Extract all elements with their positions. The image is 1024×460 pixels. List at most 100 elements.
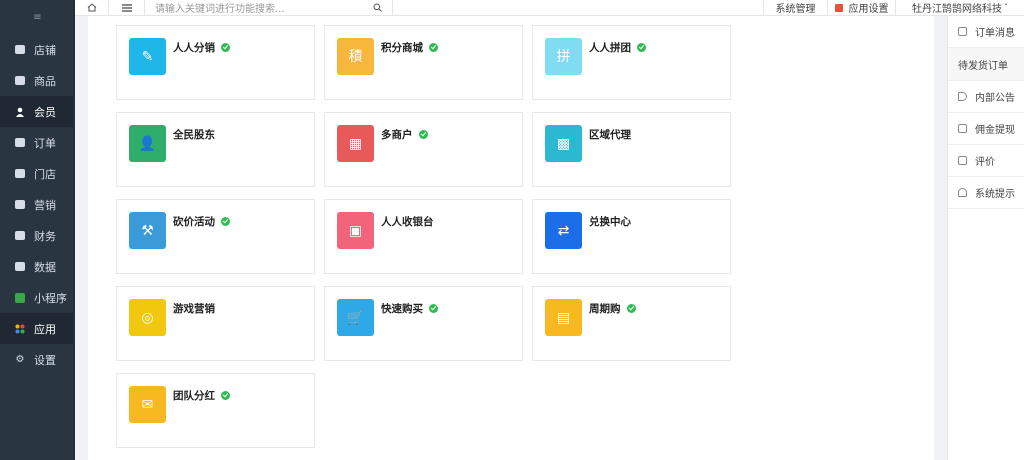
check-icon [429,304,438,313]
internal-notice-label: 内部公告 [975,93,1015,104]
sidebar-toggle[interactable]: ≡ [0,0,75,34]
search-icon[interactable] [373,3,382,12]
app-settings-label: 应用设置 [848,4,889,15]
home-icon [87,3,96,12]
app-card[interactable]: ▩ 区域代理 [532,112,731,187]
bell-icon [958,188,967,197]
app-icon: 👤 [129,125,166,162]
shop-icon [14,168,26,180]
internal-notice-item[interactable]: 内部公告 [948,81,1024,113]
sidebar-item-label: 会员 [34,105,56,119]
app-title: 多商户 [381,127,428,142]
sidebar-item[interactable]: 营销 [0,189,75,220]
sidebar-item-label: 商品 [34,74,56,88]
app-name: 兑换中心 [589,216,631,228]
sidebar-item-label: 应用 [34,322,56,336]
app-card[interactable]: ▣ 人人收银台 [324,199,523,274]
sidebar-item[interactable]: 小程序 [0,282,75,313]
menu-toggle-icon[interactable]: ≡ [33,12,41,23]
commission-withdraw-label: 佣金提现 [975,125,1015,136]
miniprogram-icon [14,292,26,304]
app-title: 人人拼团 [589,40,646,55]
app-icon: 🛒 [337,299,374,336]
app-card[interactable]: 👤 全民股东 [116,112,315,187]
app-card[interactable]: ◎ 游戏营销 [116,286,315,361]
sidebar-item-label: 数据 [34,260,56,274]
member-icon [14,106,26,118]
app-card[interactable]: ⇄ 兑换中心 [532,199,731,274]
menu-button[interactable] [109,0,145,16]
apps-icon [14,323,26,335]
app-name: 积分商城 [381,42,423,54]
app-settings-button[interactable]: 应用设置 [828,0,896,16]
system-manage-button[interactable]: 系统管理 [764,0,828,16]
sidebar-item[interactable]: ⚙ 设置 [0,344,75,375]
app-card[interactable]: ✎ 人人分销 [116,25,315,100]
sidebar-item[interactable]: 会员 [0,96,75,127]
sidebar-item[interactable]: 店铺 [0,34,75,65]
goods-icon [14,75,26,87]
app-card[interactable]: ▤ 周期购 [532,286,731,361]
search-box[interactable]: 请输入关键词进行功能搜索... [145,0,393,16]
app-title: 积分商城 [381,40,438,55]
commission-withdraw-item[interactable]: 佣金提现 [948,113,1024,145]
review-label: 评价 [975,157,995,168]
app-card[interactable]: ✉ 团队分红 [116,373,315,448]
app-icon: ◎ [129,299,166,336]
sidebar-item-label: 设置 [34,353,56,367]
sidebar-item-label: 营销 [34,198,56,212]
app-title: 周期购 [589,301,636,316]
finance-icon [14,230,26,242]
sidebar-item[interactable]: 门店 [0,158,75,189]
app-name: 全民股东 [173,129,215,141]
system-tip-item[interactable]: 系统提示 [948,177,1024,209]
hamburger-icon [121,3,132,12]
pending-shipment-item[interactable]: 待发货订单 [948,48,1024,81]
app-card[interactable]: ▦ 多商户 [324,112,523,187]
app-icon: 積 [337,38,374,75]
sidebar-item[interactable]: 财务 [0,220,75,251]
sidebar-item-label: 店铺 [34,43,56,57]
sidebar-item[interactable]: 应用 [0,313,75,344]
system-manage-label: 系统管理 [775,4,816,15]
home-button[interactable] [75,0,109,16]
sidebar-item-label: 订单 [34,136,56,150]
search-input[interactable]: 请输入关键词进行功能搜索... [155,0,285,15]
app-title: 游戏营销 [173,301,215,316]
sidebar-divider [73,0,75,460]
app-card[interactable]: 積积分商城 [324,25,523,100]
order-icon [14,137,26,149]
order-message-item[interactable]: 订单消息 [948,16,1024,48]
sidebar-item-label: 财务 [34,229,56,243]
review-item[interactable]: 评价 [948,145,1024,177]
sidebar-item[interactable]: 商品 [0,65,75,96]
check-icon [221,43,230,52]
app-title: 团队分红 [173,388,230,403]
user-name: 牡丹江鹄鹄网络科技 [912,4,1002,15]
sidebar-item[interactable]: 订单 [0,127,75,158]
app-name: 多商户 [381,129,413,141]
app-icon: ✉ [129,386,166,423]
user-menu[interactable]: 牡丹江鹄鹄网络科技 ˇ [896,0,1024,16]
sidebar-item[interactable]: 数据 [0,251,75,282]
app-grid: ✎ 人人分销積积分商城拼人人拼团 👤 全民股东 ▦ 多商户 ▩ 区域代理 ⚒ 砍价活动 ▣ 人人收银台… [88,16,934,460]
app-title: 人人收银台 [381,214,434,229]
check-icon [221,217,230,226]
check-icon [418,130,428,139]
app-name: 人人收银台 [381,216,434,228]
app-settings-icon [834,3,843,12]
app-name: 周期购 [589,303,621,315]
app-name: 快速购买 [381,303,423,315]
app-card[interactable]: 🛒 快速购买 [324,286,523,361]
data-icon [14,261,26,273]
notification-panel: 订单消息 待发货订单 内部公告 佣金提现 评价 系统提示 [947,16,1024,460]
app-name: 人人分销 [173,42,215,54]
topbar-spacer [393,0,764,16]
app-card[interactable]: ⚒ 砍价活动 [116,199,315,274]
app-icon: ✎ [129,38,166,75]
app-icon: 拼 [545,38,582,75]
pending-shipment-label: 待发货订单 [958,60,1008,72]
check-icon [637,43,646,52]
app-card[interactable]: 拼人人拼团 [532,25,731,100]
app-name: 砍价活动 [173,216,215,228]
